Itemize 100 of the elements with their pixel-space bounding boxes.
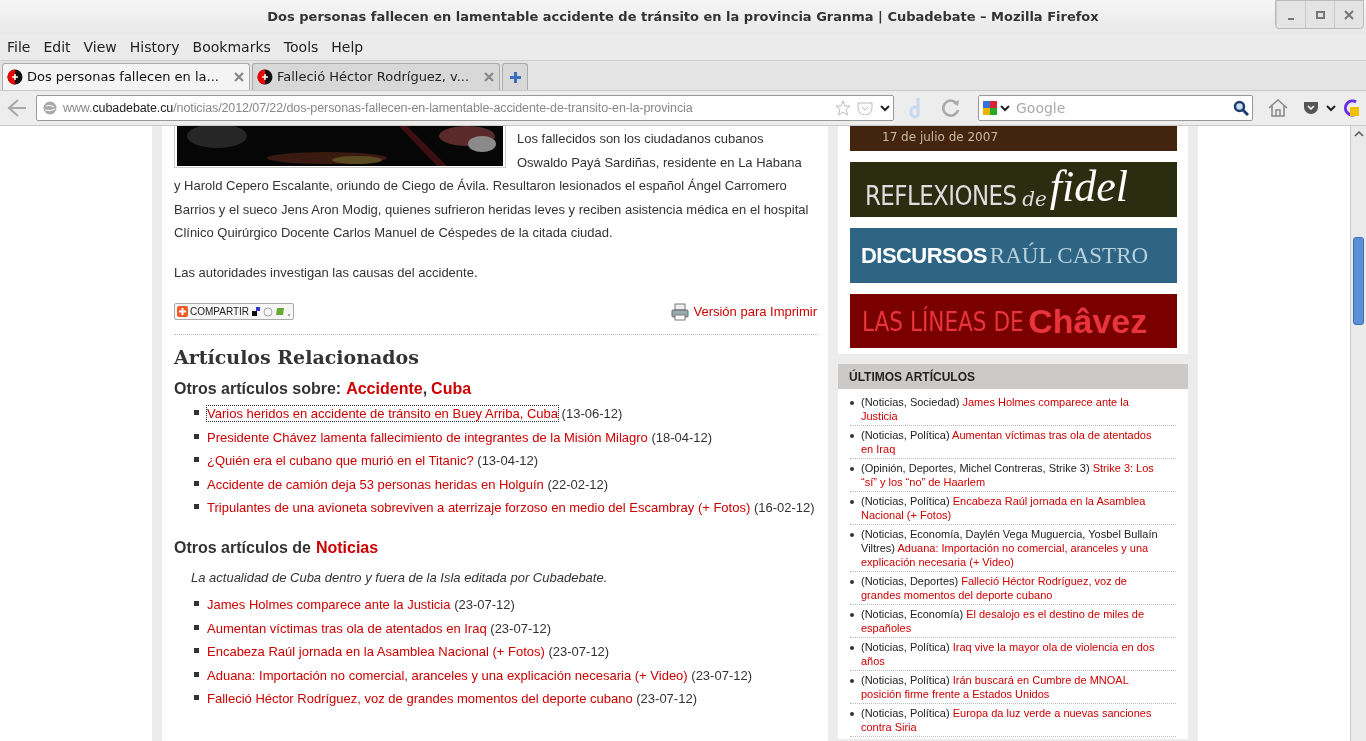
article-entry[interactable]: (Noticias, Economía, Daylén Vega Muguercia, Yosbel Bullaín Viltres) Aduana: Importación no comercial, aranceles y una explicación necesaria (+ Video) <box>861 527 1176 569</box>
bullet-icon <box>194 433 199 439</box>
browser-tab[interactable]: Dos personas fallecen en la... <box>2 63 250 90</box>
star-icon[interactable] <box>835 100 851 116</box>
share-services-icon <box>251 306 292 318</box>
plus-icon <box>177 306 188 318</box>
reload-icon[interactable] <box>940 97 962 119</box>
article-date: (13-04-12) <box>477 453 538 468</box>
search-input[interactable]: Google <box>1016 97 1229 119</box>
article-link[interactable]: Aumentan víctimas tras ola de atentados en Iraq <box>207 620 487 636</box>
new-tab-button[interactable] <box>502 63 528 90</box>
plus-icon <box>508 70 522 84</box>
home-icon[interactable] <box>1267 98 1289 118</box>
article-link[interactable]: Aduana: Importación no comercial, aranceles y una explicación necesaria (+ Video) <box>207 667 688 683</box>
menu-item[interactable]: Help <box>331 36 364 58</box>
menu-item[interactable]: Tools <box>283 36 319 58</box>
menu-item[interactable]: View <box>83 36 117 58</box>
article-paragraph: y Harold Cepero Escalante, oriundo de Ciego de Ávila. Resultaron lesionados el español Ángel Carromero Barrios y el sueco Jens Aron Modig, quienes sufrieron heridas leves y reciben asistencia médica en el hospital Clínico Quirúrgico Docente Carlos Manuel de Céspedes de la citada ciudad. <box>174 177 810 242</box>
address-bar[interactable]: www.cubadebate.cu/noticias/2012/07/22/dos-personas-fallecen-en-lamentable-accidente-de-transito-en-la-provincia <box>36 95 894 121</box>
bullet-icon <box>850 712 854 716</box>
bullet-icon <box>194 648 199 653</box>
tab-title: Falleció Héctor Rodríguez, v... <box>277 68 471 87</box>
tag-link[interactable]: Accidente <box>346 377 423 401</box>
bullet-icon <box>194 601 199 606</box>
article-link[interactable]: ¿Quién era el cubano que murió en el Titanic? <box>207 453 474 468</box>
print-link[interactable]: Versión para Imprimir <box>671 302 817 322</box>
bullet-icon <box>850 613 854 617</box>
article-date: (23-07-12) <box>548 644 610 659</box>
printer-icon <box>671 302 690 321</box>
section-heading: Artículos Relacionados <box>174 344 420 370</box>
article-entry[interactable]: (Noticias, Política) Encabeza Raúl jornada en la Asamblea Nacional (+ Fotos) <box>861 494 1176 522</box>
article-date: (18-04-12) <box>651 429 713 445</box>
banner-name: fidel <box>1049 165 1128 209</box>
bullet-icon <box>850 401 854 405</box>
article-entry[interactable]: (Noticias, Política) Irán buscará en Cumbre de MNOAL posición firme frente a Estados Unidos <box>861 673 1176 701</box>
article-entry[interactable]: (Noticias, Economía) El desalojo es el destino de miles de españoles <box>861 607 1176 635</box>
banner-title: REFLEXIONES <box>865 182 1017 209</box>
article-entry[interactable]: (Noticias, Política) Europa da luz verde a nuevas sanciones contra Siria <box>861 706 1176 734</box>
menu-item[interactable]: Bookmarks <box>192 36 271 58</box>
search-icon[interactable] <box>1233 100 1249 116</box>
article-entry[interactable]: (Noticias, Política) Aumentan víctimas tras ola de atentados en Iraq <box>861 428 1176 456</box>
bullet-icon <box>850 434 854 438</box>
url-text: www.cubadebate.cu/noticias/2012/07/22/dos-personas-fallecen-en-lamentable-accidente-de-transito-en-la-provincia <box>63 99 694 117</box>
sidebar-heading: ÚLTIMOS ARTÍCULOS <box>838 364 1188 389</box>
minimize-icon <box>1288 17 1294 20</box>
article-link[interactable]: Accidente de camión deja 53 personas heridas en Holguín <box>207 476 544 492</box>
article-entry[interactable]: (Noticias, Sociedad) James Holmes comparece ante la Justicia <box>861 395 1176 423</box>
bullet-icon <box>850 500 854 504</box>
tag-link[interactable]: Cuba <box>431 377 472 401</box>
article-link[interactable]: Presidente Chávez lamenta fallecimiento de integrantes de la Misión Milagro <box>207 429 648 445</box>
banner-date: 17 de julio de 2007 <box>882 128 998 146</box>
extension-icon[interactable] <box>1343 99 1359 117</box>
article-date: (13-06-12) <box>561 406 623 421</box>
separator: , <box>422 379 428 399</box>
dropdown-icon[interactable] <box>1325 103 1337 113</box>
banner-title: DISCURSOS <box>861 244 987 267</box>
site-icon <box>7 69 23 85</box>
bullet-icon <box>850 533 854 537</box>
window-title: Dos personas fallecen en lamentable accidente de tránsito en la provincia Granma | Cubadebate – Mozilla Firefox <box>267 8 1099 27</box>
article-date: (23-07-12) <box>490 620 551 636</box>
close-icon[interactable] <box>233 71 245 83</box>
article-entry[interactable]: (Noticias, Política) Iraq vive la mayor ola de violencia en dos años <box>861 640 1176 668</box>
article-date: (23-07-12) <box>691 667 752 683</box>
menu-item[interactable]: Edit <box>43 36 71 58</box>
article-date: (16-02-12) <box>753 500 815 515</box>
bullet-icon <box>194 504 199 509</box>
menu-item[interactable]: File <box>7 36 31 58</box>
category-link[interactable]: Noticias <box>315 535 379 560</box>
article-paragraph: Las autoridades investigan las causas del accidente. <box>174 263 479 282</box>
article-link[interactable]: Falleció Héctor Rodríguez, voz de grandes momentos del deporte cubano <box>207 691 633 706</box>
article-link[interactable]: Tripulantes de una avioneta sobreviven a aterrizaje forzoso en medio del Escambray (+ Fotos) <box>207 500 751 515</box>
article-entry[interactable]: (Noticias, Deportes) Falleció Héctor Rodríguez, voz de grandes momentos del deporte cubano <box>861 574 1176 602</box>
banner-name: RAÚL CASTRO <box>989 244 1149 267</box>
banner-subtitle: de <box>1022 189 1047 209</box>
article-link[interactable]: James Holmes comparece ante la Justicia <box>207 597 451 612</box>
article-date: (22-02-12) <box>547 476 609 492</box>
share-button[interactable]: COMPARTIR <box>174 303 295 321</box>
dropdown-icon[interactable] <box>879 103 891 113</box>
article-link[interactable]: Encabeza Raúl jornada en la Asamblea Nacional (+ Fotos) <box>207 644 545 659</box>
banner-name: Châvez <box>1028 304 1148 338</box>
search-engine-icon[interactable] <box>982 100 1012 116</box>
scroll-thumb[interactable] <box>1353 237 1364 325</box>
article-entry[interactable]: (Opinión, Deportes, Michel Contreras, Strike 3) Strike 3: Los “sí” y los “no” de Haarlem <box>861 461 1176 489</box>
article-link[interactable]: Varios heridos en accidente de tránsito en Buey Arriba, Cuba <box>207 406 558 421</box>
close-icon <box>1344 9 1354 20</box>
bullet-icon <box>194 480 199 486</box>
bullet-icon <box>850 580 854 584</box>
globe-icon <box>43 101 57 115</box>
subsection-label: Otros artículos de <box>174 537 311 558</box>
banner[interactable]: 17 de julio de 2007 <box>850 126 1177 151</box>
browser-tab[interactable]: Falleció Héctor Rodríguez, v... <box>252 63 500 90</box>
banner-title: LAS LÍNEAS DE <box>862 307 1024 335</box>
article-date: (23-07-12) <box>454 597 515 612</box>
banner[interactable]: DISCURSOSRAÚL CASTRO <box>850 228 1177 283</box>
scroll-up-icon[interactable] <box>1353 129 1364 139</box>
close-icon[interactable] <box>483 71 495 83</box>
search-field[interactable]: Google <box>978 95 1253 121</box>
menu-item[interactable]: History <box>129 36 180 58</box>
bullet-icon <box>194 457 199 462</box>
pocket-icon[interactable] <box>1303 101 1319 115</box>
